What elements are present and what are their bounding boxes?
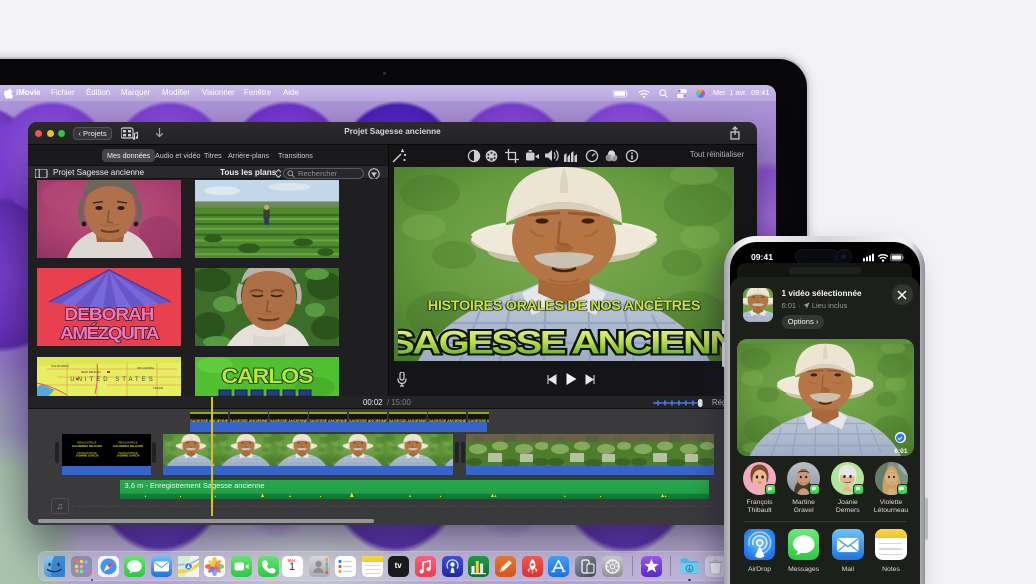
svg-text:AMÉZQUITA: AMÉZQUITA	[60, 323, 159, 343]
svg-text:SAGESSE ANCIENNE: SAGESSE ANCIENNE	[398, 324, 734, 361]
svg-text:OKLAHOMA: OKLAHOMA	[137, 366, 154, 370]
svg-text:CARLOS: CARLOS	[221, 364, 312, 388]
svg-text:DEBORAH: DEBORAH	[64, 305, 153, 324]
svg-text:UNITED STATES: UNITED STATES	[70, 377, 155, 383]
svg-text:CALIFORNIA: CALIFORNIA	[51, 364, 69, 368]
svg-text:TEXAS: TEXAS	[153, 386, 163, 390]
svg-text:NEW MEXICO: NEW MEXICO	[81, 370, 101, 374]
